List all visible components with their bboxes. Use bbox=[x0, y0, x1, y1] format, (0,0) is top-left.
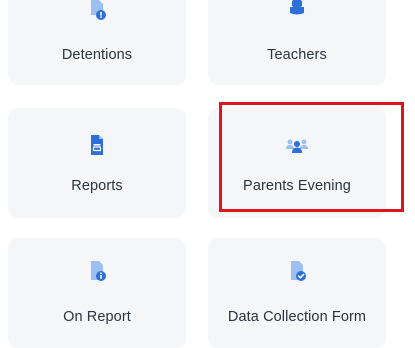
tile-label: Detentions bbox=[61, 47, 133, 63]
parents-group-icon bbox=[286, 139, 308, 153]
tile-label: Data Collection Form bbox=[227, 309, 367, 325]
document-check-icon bbox=[291, 261, 306, 281]
tile-reports[interactable]: Reports bbox=[8, 108, 186, 218]
tile-label: On Report bbox=[63, 309, 131, 325]
tile-parents-evening[interactable]: Parents Evening bbox=[208, 108, 386, 218]
tile-label: Teachers bbox=[267, 47, 327, 63]
report-document-icon bbox=[91, 135, 103, 155]
teacher-icon bbox=[290, 0, 304, 15]
tile-detentions[interactable]: Detentions bbox=[8, 0, 186, 85]
tile-label: Parents Evening bbox=[243, 178, 351, 194]
tile-teachers[interactable]: Teachers bbox=[208, 0, 386, 85]
tile-data-collection-form[interactable]: Data Collection Form bbox=[208, 238, 386, 348]
document-alert-icon bbox=[91, 0, 106, 20]
tile-label: Reports bbox=[71, 178, 123, 194]
document-info-icon bbox=[91, 261, 106, 281]
tile-on-report[interactable]: On Report bbox=[8, 238, 186, 348]
